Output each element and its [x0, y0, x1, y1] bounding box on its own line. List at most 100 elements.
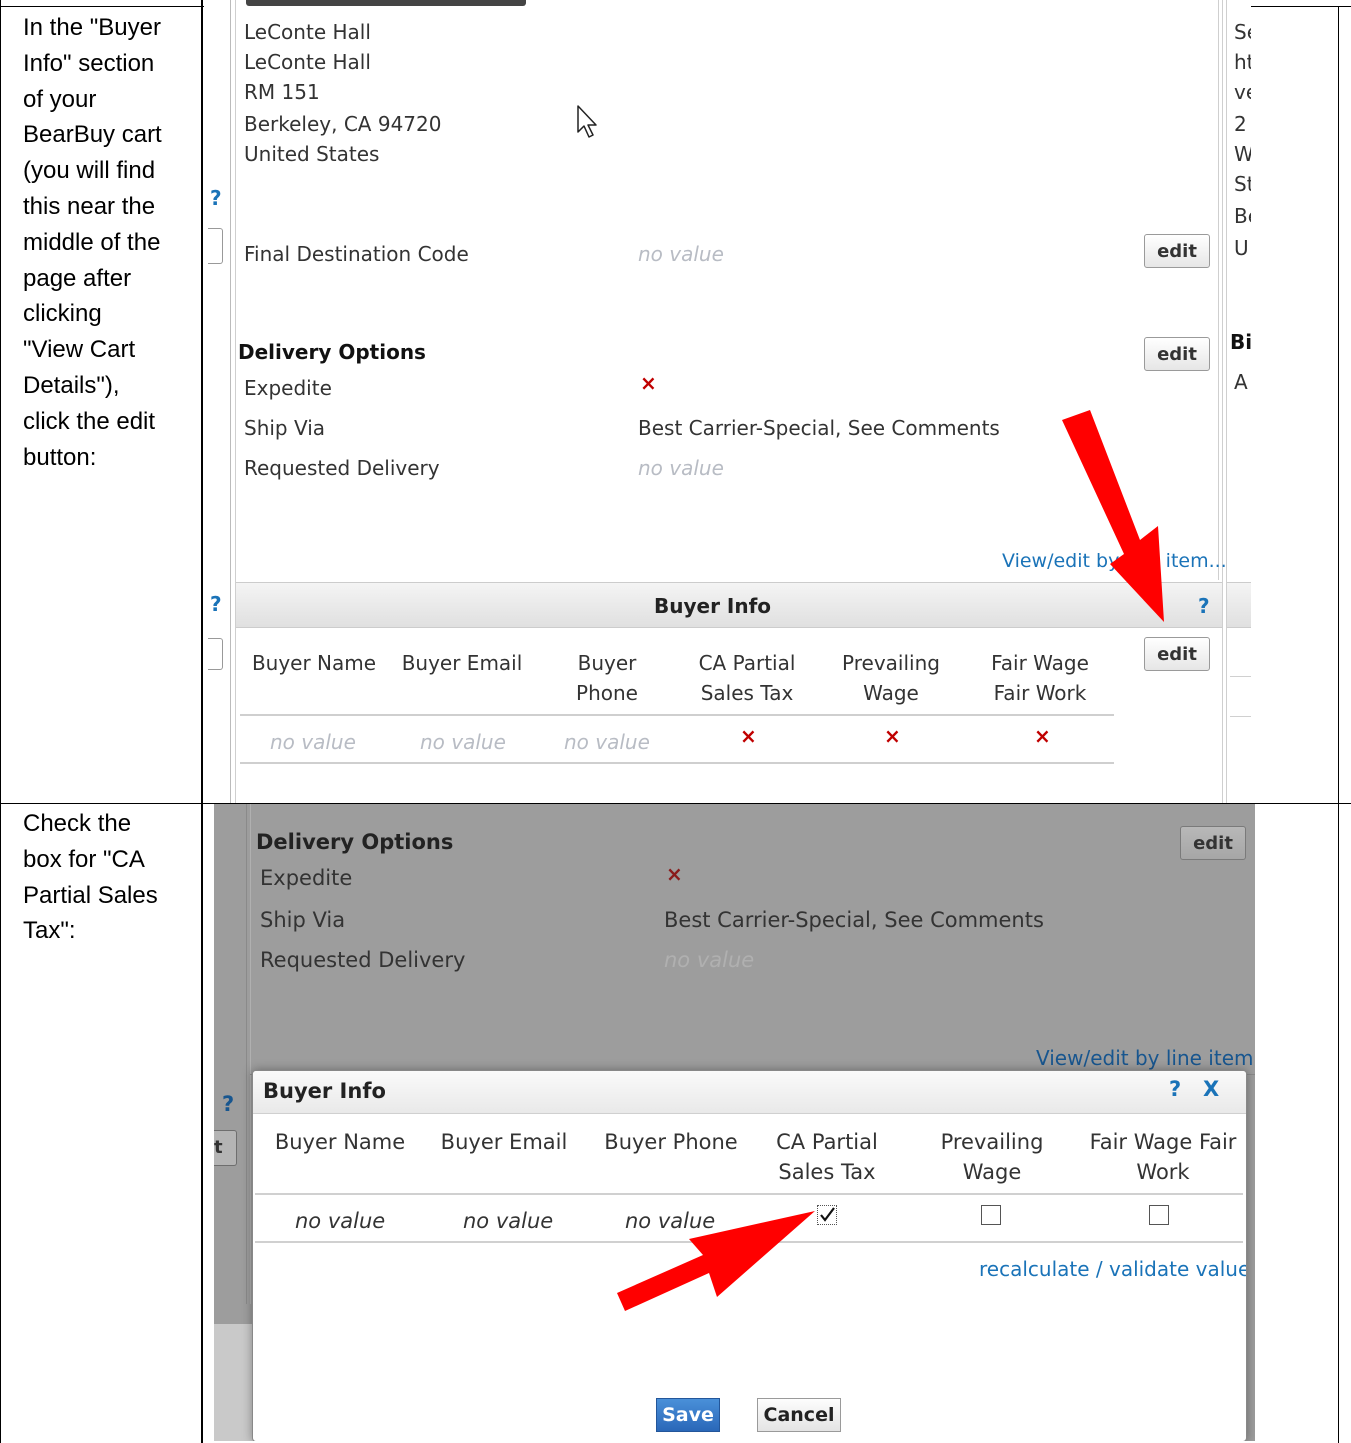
col-fair-wage-fair-work: Fair Wage Fair Work: [991, 651, 1089, 705]
table-row-line: [240, 762, 1114, 764]
fair-wage-fair-work-checkbox[interactable]: [1149, 1205, 1169, 1225]
instr-line: box for "CA: [23, 845, 145, 873]
bg-delivery-options-title: Delivery Options: [256, 830, 454, 854]
screenshot-buyer-info-modal: Delivery Options edit Expedite × Ship Vi…: [214, 804, 1255, 1441]
buyer-info-help-icon[interactable]: ?: [1198, 594, 1210, 618]
instr-line: "View Cart: [23, 336, 136, 364]
buyer-info-title: Buyer Info: [654, 594, 772, 618]
instr-line: of your: [23, 85, 97, 113]
cancel-button[interactable]: Cancel: [757, 1398, 841, 1432]
col-buyer-phone: Buyer Phone: [576, 651, 638, 705]
instr-line: page after: [23, 264, 132, 292]
buyer-phone-value: no value: [564, 730, 650, 754]
bg-ship-via-value: Best Carrier-Special, See Comments: [664, 908, 1044, 932]
ship-via-value: Best Carrier-Special, See Comments: [638, 416, 1000, 440]
modal-buyer-name-value: no value: [295, 1209, 386, 1233]
final-destination-edit-button[interactable]: edit: [1144, 234, 1210, 268]
buyer-email-value: no value: [420, 730, 506, 754]
ca-tax-x-icon: ×: [740, 724, 757, 748]
bg-requested-delivery-value: no value: [664, 948, 755, 972]
modal-col-prevailing-wage: Prevailing Wage: [940, 1130, 1044, 1184]
table-row-line: [240, 714, 1114, 716]
bg-lower-band: [214, 1324, 254, 1441]
address-line: RM 151: [244, 80, 320, 104]
red-arrow-icon: [617, 1211, 815, 1311]
expedite-x-icon: ×: [640, 371, 657, 395]
expedite-label: Expedite: [244, 376, 332, 400]
modal-close-icon[interactable]: X: [1203, 1077, 1219, 1101]
bg-expedite-x-icon: ×: [666, 862, 683, 886]
panel-border: [1218, 0, 1219, 580]
panel-border: [230, 0, 231, 803]
modal-title: Buyer Info: [263, 1079, 386, 1103]
right-fragment: ve: [1234, 80, 1251, 104]
table-left-border: [0, 0, 1, 1443]
address-line: Berkeley, CA 94720: [244, 112, 442, 136]
col-buyer-email: Buyer Email: [401, 651, 523, 675]
instr-line: (you will find: [23, 157, 156, 185]
final-destination-label: Final Destination Code: [244, 242, 469, 266]
buyer-info-modal: Buyer Info ? X Buyer Name Buyer Email Bu…: [252, 1070, 1247, 1441]
instr-line: clicking: [23, 300, 102, 328]
cutoff-heading: [246, 0, 526, 6]
bg-ship-via-label: Ship Via: [260, 908, 346, 932]
col-ca-partial-sales-tax: CA Partial Sales Tax: [698, 651, 796, 705]
billing-fragment: Bi: [1230, 330, 1251, 354]
account-fragment: A: [1234, 370, 1248, 394]
mouse-cursor-icon: [577, 105, 597, 138]
modal-title-bar: Buyer Info ? X: [253, 1071, 1246, 1114]
bg-fragment-text: t: [214, 1137, 223, 1158]
right-fragment: St: [1234, 172, 1251, 196]
modal-col-fair-wage-fair-work: Fair Wage Fair Work: [1089, 1130, 1237, 1184]
instr-line: BearBuy cart: [23, 121, 162, 149]
modal-buyer-email-value: no value: [463, 1209, 554, 1233]
bg-left-fragment: t: [214, 1130, 237, 1166]
red-arrow-icon: [1062, 410, 1164, 622]
right-panel-line: [1230, 676, 1251, 677]
recalculate-link[interactable]: recalculate / validate values: [979, 1257, 1246, 1281]
bg-expedite-label: Expedite: [260, 866, 353, 890]
instr-line: In the "Buyer: [23, 14, 161, 41]
table-col-divider: [201, 0, 203, 1443]
instr-line: middle of the: [23, 228, 161, 256]
bg-delivery-edit-button: edit: [1180, 826, 1246, 860]
panel-border: [1222, 0, 1223, 803]
address-line: LeConte Hall: [244, 20, 371, 44]
left-fragment-box: [208, 638, 223, 670]
modal-table-line: [255, 1193, 1243, 1195]
instr-line: this near the: [23, 192, 156, 220]
instr-line: Check the: [23, 810, 132, 837]
modal-col-buyer-name: Buyer Name: [274, 1130, 406, 1154]
modal-help-icon[interactable]: ?: [1169, 1077, 1181, 1101]
right-fragment: ht: [1234, 50, 1251, 74]
modal-col-ca-partial-sales-tax: CA Partial Sales Tax: [776, 1130, 878, 1184]
left-fragment-box: [208, 228, 223, 264]
right-fragment: Se: [1234, 20, 1251, 44]
help-icon[interactable]: ?: [210, 592, 222, 616]
right-fragment: 2: [1234, 112, 1247, 136]
delivery-options-edit-button[interactable]: edit: [1144, 337, 1210, 371]
step1-instructions: In the "Buyer Info" section of your Bear…: [23, 10, 193, 475]
panel-border: [1226, 0, 1227, 803]
right-fragment: W: [1234, 142, 1251, 166]
delivery-options-title: Delivery Options: [238, 340, 426, 364]
instr-line: Partial Sales: [23, 881, 158, 909]
buyer-name-value: no value: [270, 730, 356, 754]
modal-col-buyer-phone: Buyer Phone: [604, 1130, 738, 1154]
panel-border: [235, 0, 236, 803]
bg-requested-delivery-label: Requested Delivery: [260, 948, 466, 972]
col-buyer-name: Buyer Name: [251, 651, 377, 675]
save-button[interactable]: Save: [656, 1398, 720, 1432]
right-fragment: Be: [1234, 204, 1251, 228]
buyer-info-edit-button[interactable]: edit: [1144, 637, 1210, 671]
help-icon[interactable]: ?: [210, 186, 222, 210]
right-fragment: U: [1234, 236, 1249, 260]
address-line: LeConte Hall: [244, 50, 371, 74]
requested-delivery-value: no value: [638, 456, 724, 480]
prevailing-wage-checkbox[interactable]: [981, 1205, 1001, 1225]
step2-instructions: Check the box for "CA Partial Sales Tax"…: [23, 806, 193, 949]
right-panel-line: [1230, 716, 1251, 717]
fair-wage-x-icon: ×: [1034, 724, 1051, 748]
panel-border: [250, 804, 251, 1304]
modal-col-buyer-email: Buyer Email: [440, 1130, 568, 1154]
